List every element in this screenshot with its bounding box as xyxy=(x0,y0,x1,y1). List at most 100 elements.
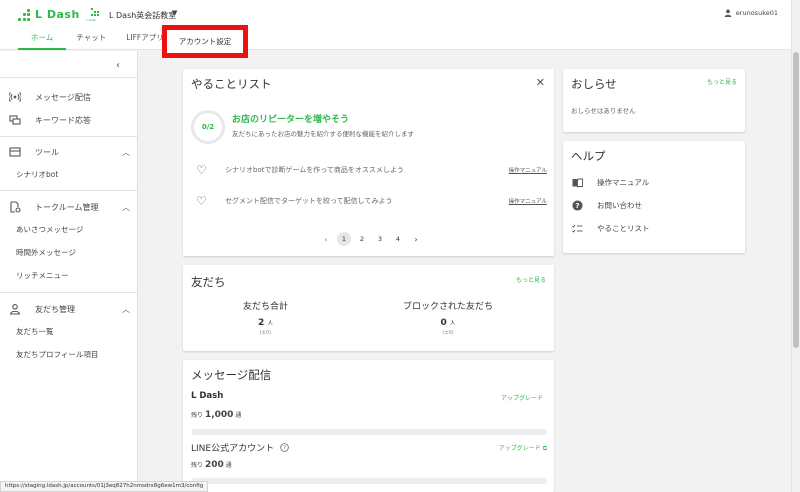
help-item-manual[interactable]: 操作マニュアル xyxy=(571,177,649,188)
line-usage-bar xyxy=(191,478,547,484)
broadcast-icon xyxy=(8,90,22,104)
user-icon xyxy=(724,9,732,17)
friends-blocked: ブロックされた友だち 0 人 (±0) xyxy=(388,299,508,336)
sidebar-item-label: メッセージ配信 xyxy=(35,92,91,102)
svg-text:?: ? xyxy=(283,446,286,452)
tab-chat[interactable]: チャット xyxy=(66,33,116,50)
sidebar-item-message-delivery[interactable]: メッセージ配信 xyxy=(8,90,130,104)
close-icon[interactable]: ✕ xyxy=(536,76,545,89)
page-button[interactable]: 1 xyxy=(337,232,351,246)
sidebar-item-keyword-reply[interactable]: キーワード応答 xyxy=(8,113,130,127)
logo[interactable]: L Dash xyxy=(18,8,80,21)
question-circle-icon: ? xyxy=(571,200,583,211)
chevron-up-icon[interactable]: ︿ xyxy=(122,304,130,315)
pagination: ‹ 1 2 3 4 › xyxy=(319,232,423,246)
chat-bubbles-icon xyxy=(8,113,22,127)
sidebar-item-label: ツール xyxy=(35,147,59,157)
sidebar-item-friends-list[interactable]: 友だち一覧 xyxy=(16,326,54,337)
todo-item-text: シナリオbotで診断ゲームを作って商品をオススメしよう xyxy=(225,166,404,174)
todo-item-text: セグメント配信でターゲットを絞って配信してみよう xyxy=(225,197,393,205)
sidebar: ‹ メッセージ配信 キーワード応答 ツール ︿ シナリオbot トークルーム管理… xyxy=(0,51,138,492)
todo-progress-ring: 0/2 xyxy=(191,110,225,144)
todo-item[interactable]: ♡ シナリオbotで診断ゲームを作って商品をオススメしよう 操作マニュアル xyxy=(196,163,547,177)
ldash-plan-name: L Dash xyxy=(191,391,224,401)
next-page-icon[interactable]: › xyxy=(409,232,423,246)
friends-total-label: 友だち合計 xyxy=(242,302,288,312)
chevron-up-icon[interactable]: ︿ xyxy=(122,202,130,213)
chevron-up-icon[interactable]: ︿ xyxy=(122,147,130,158)
todo-item[interactable]: ♡ セグメント配信でターゲットを絞って配信してみよう 操作マニュアル xyxy=(196,194,547,208)
ldash-usage-bar xyxy=(191,429,547,435)
ldash-upgrade-link[interactable]: アップグレード xyxy=(501,393,543,402)
heart-icon: ♡ xyxy=(196,194,207,208)
page-button[interactable]: 2 xyxy=(355,232,369,246)
friends-total: 友だち合計 2 人 (±0) xyxy=(223,299,308,336)
tab-account-settings[interactable]: アカウント設定 xyxy=(162,25,248,58)
sidebar-section-talkroom[interactable]: トークルーム管理 ︿ xyxy=(8,200,130,214)
news-more-link[interactable]: もっと見る xyxy=(707,77,737,86)
help-item-contact[interactable]: ? お問い合わせ xyxy=(571,200,642,211)
divider xyxy=(0,292,138,293)
sidebar-item-greeting-message[interactable]: あいさつメッセージ xyxy=(16,224,83,235)
divider xyxy=(0,190,138,191)
messages-card: メッセージ配信 L Dash アップグレード 残り 1,000 通 LINE公式… xyxy=(183,360,554,492)
todo-headline: お店のリピーターを増やそう xyxy=(232,115,350,125)
sidebar-item-off-hours-message[interactable]: 時間外メッセージ xyxy=(16,247,76,258)
todo-card: やることリスト ✕ 0/2 お店のリピーターを増やそう 友だちにあったお店の魅力… xyxy=(183,69,554,256)
heart-icon: ♡ xyxy=(196,163,207,177)
sidebar-item-scenario-bot[interactable]: シナリオbot xyxy=(16,169,58,180)
user-menu[interactable]: erunosuke01 xyxy=(724,9,778,17)
friends-card: 友だち もっと見る 友だち合計 2 人 (±0) ブロックされた友だち 0 人 … xyxy=(183,265,554,351)
news-empty-text: おしらせはありません xyxy=(571,107,636,115)
account-name[interactable]: L Dash英会話教室 xyxy=(109,10,176,21)
svg-text:?: ? xyxy=(575,201,579,210)
news-card: おしらせ もっと見る おしらせはありません xyxy=(563,69,745,132)
ldash-remaining: 残り 1,000 通 xyxy=(191,410,242,420)
page-scrollbar[interactable] xyxy=(791,0,800,492)
scrollbar-thumb[interactable] xyxy=(793,52,799,348)
sidebar-item-label: キーワード応答 xyxy=(35,115,91,125)
help-item-label: お問い合わせ xyxy=(597,201,642,210)
tab-home[interactable]: ホーム xyxy=(18,33,67,50)
divider xyxy=(0,77,138,78)
prev-page-icon[interactable]: ‹ xyxy=(319,232,333,246)
page-button[interactable]: 4 xyxy=(391,232,405,246)
friends-total-diff: (±0) xyxy=(259,330,272,336)
account-dropdown-icon[interactable]: ▼ xyxy=(172,9,177,17)
help-title: ヘルプ xyxy=(571,149,606,163)
manual-link[interactable]: 操作マニュアル xyxy=(509,166,547,174)
user-name: erunosuke01 xyxy=(735,9,778,17)
manual-link[interactable]: 操作マニュアル xyxy=(509,197,547,205)
friends-blocked-count: 0 人 xyxy=(440,318,456,328)
help-item-label: やることリスト xyxy=(597,224,650,233)
document-settings-icon xyxy=(8,200,22,214)
friends-more-link[interactable]: もっと見る xyxy=(516,275,546,284)
sidebar-item-label: 友だち管理 xyxy=(35,304,75,314)
sidebar-section-friends[interactable]: 友だち管理 ︿ xyxy=(8,302,130,316)
messages-title: メッセージ配信 xyxy=(191,368,272,382)
sidebar-item-friends-profile[interactable]: 友だちプロフィール項目 xyxy=(16,349,98,360)
divider xyxy=(0,136,138,137)
top-header: L Dash L Dash L Dash英会話教室 ▼ erunosuke01 … xyxy=(0,0,800,58)
friends-total-count: 2 人 xyxy=(258,318,273,328)
logo-mark-icon xyxy=(18,8,30,21)
help-circle-icon[interactable]: ? xyxy=(280,443,289,452)
line-remaining: 残り 200 通 xyxy=(191,460,232,470)
sidebar-section-tools[interactable]: ツール ︿ xyxy=(8,145,130,159)
book-icon xyxy=(571,178,583,188)
collapse-sidebar-icon[interactable]: ‹ xyxy=(116,60,120,71)
help-card: ヘルプ 操作マニュアル ? お問い合わせ やることリスト xyxy=(563,141,745,253)
sidebar-item-rich-menu[interactable]: リッチメニュー xyxy=(16,270,69,281)
todo-description: 友だちにあったお店の魅力を紹介する便利な機能を紹介します xyxy=(232,130,414,138)
external-link-icon: ⧉ xyxy=(542,445,547,452)
help-item-todo[interactable]: やることリスト xyxy=(571,223,650,234)
friends-blocked-label: ブロックされた友だち xyxy=(402,302,493,312)
checklist-icon xyxy=(571,224,583,234)
logo-text: L Dash xyxy=(35,8,80,21)
line-upgrade-link[interactable]: アップグレード ⧉ xyxy=(499,443,547,453)
line-official-account: LINE公式アカウント ? xyxy=(191,441,289,454)
status-bar-url: https://staging.ldash.jp/accounts/01j3eq… xyxy=(0,481,209,492)
page-button[interactable]: 3 xyxy=(373,232,387,246)
friends-title: 友だち xyxy=(191,275,226,289)
main-tabs: ホーム チャット LIFFアプリ xyxy=(18,33,174,50)
